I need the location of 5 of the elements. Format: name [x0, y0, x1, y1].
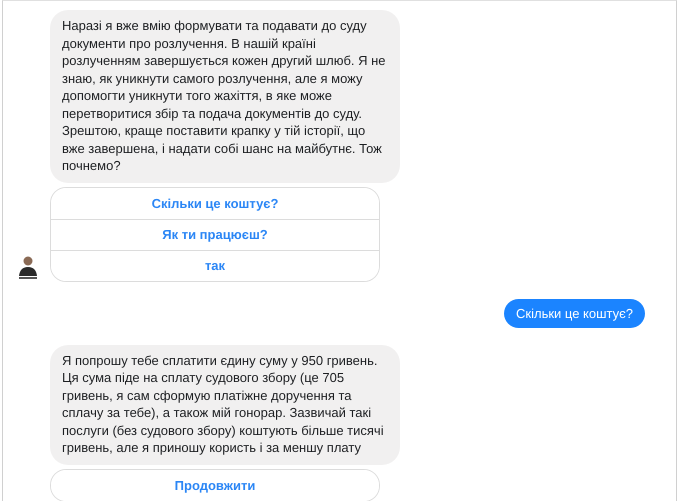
message-bubble: Я попрошу тебе сплатити єдину суму у 950 гривень. Ця сума піде на сплату судового збору (це 705 гривень, я сам сформую платіжне доручення та сплачу за тебе), а також мій гонорар. Зазвичай такі послуги (без судового збору) коштують більше тисячі гривень, але я приношу користь і за меншу плату [50, 344, 400, 464]
quick-reply-button[interactable]: так [51, 250, 379, 280]
message-bubble: Наразі я вже вмію формувати та подавати до суду документи про розлучення. В нашій країні розлученням завершується кожен другий шлюб. Я не знаю, як уникнути самого розлучення, але я можу допомогти уникнути того жахіття, в яке може перетворитися збір та подача документів до суду. Зрештою, краще поставити крапку у тій історії, що вже завершена, і надати собі шанс на майбутнє. Тож почнемо? [50, 10, 400, 182]
quick-reply-button[interactable]: Продовжити [51, 470, 379, 500]
message-bubble: Скільки це коштує? [504, 298, 645, 328]
